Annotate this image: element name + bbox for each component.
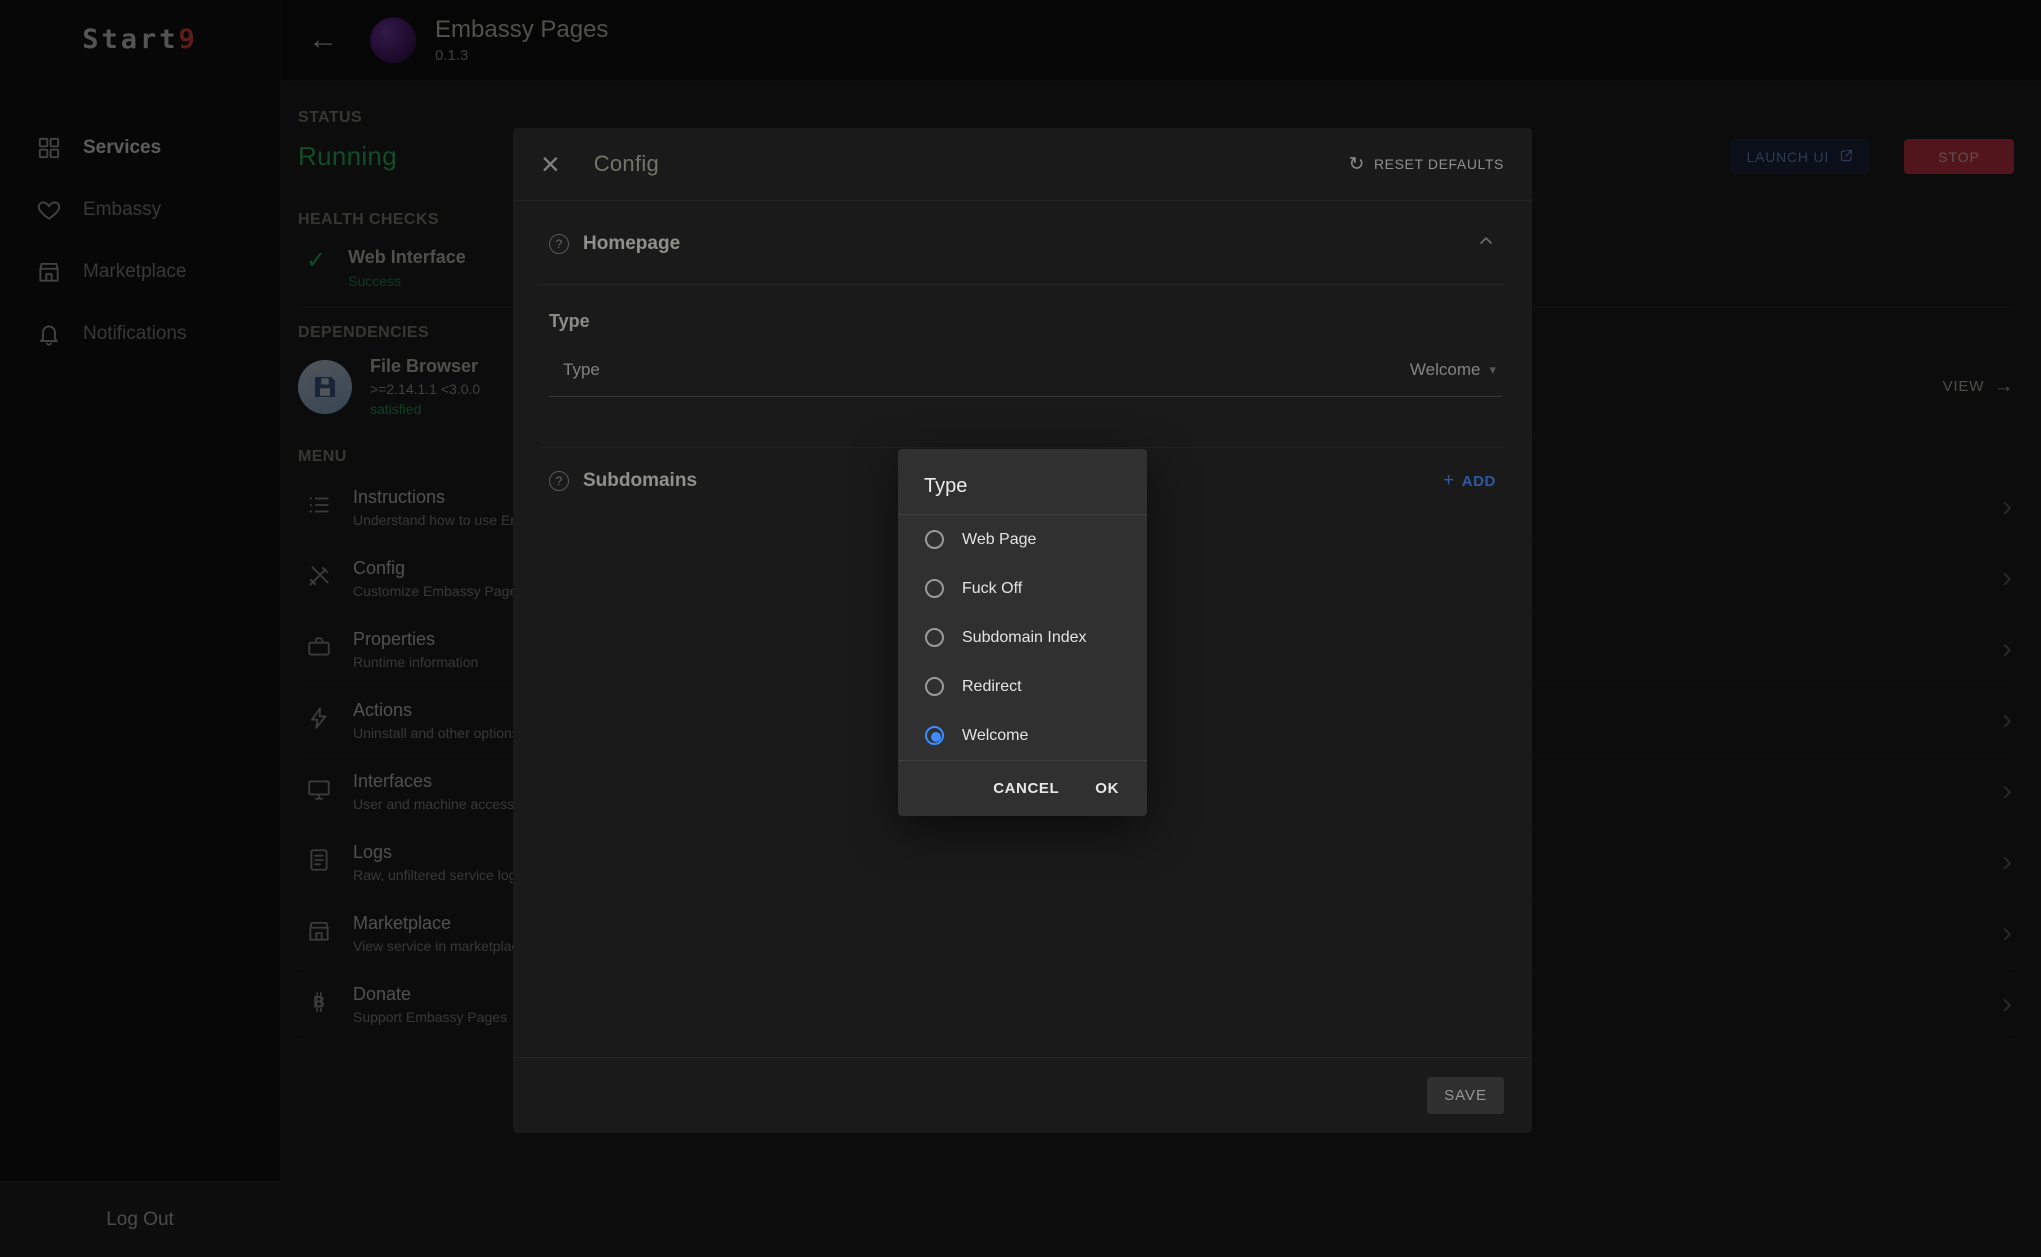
radio-option-label: Fuck Off	[962, 580, 1022, 598]
radio-icon	[925, 677, 944, 696]
radio-selected-icon	[925, 726, 944, 745]
radio-option-subdomain-index[interactable]: Subdomain Index	[898, 613, 1147, 662]
radio-icon	[925, 579, 944, 598]
radio-icon	[925, 530, 944, 549]
radio-icon	[925, 628, 944, 647]
type-radio-group: Web Page Fuck Off Subdomain Index Redire…	[898, 514, 1147, 761]
radio-option-label: Subdomain Index	[962, 629, 1087, 647]
radio-option-label: Redirect	[962, 678, 1022, 696]
dialog-buttons: CANCEL OK	[898, 761, 1147, 816]
type-select-dialog: Type Web Page Fuck Off Subdomain Index R…	[898, 449, 1147, 816]
radio-option-label: Web Page	[962, 531, 1036, 549]
radio-option-welcome[interactable]: Welcome	[898, 711, 1147, 760]
cancel-button[interactable]: CANCEL	[993, 780, 1059, 797]
radio-option-web-page[interactable]: Web Page	[898, 515, 1147, 564]
radio-option-fuck-off[interactable]: Fuck Off	[898, 564, 1147, 613]
ok-button[interactable]: OK	[1095, 780, 1119, 797]
radio-option-label: Welcome	[962, 727, 1028, 745]
dialog-title: Type	[898, 449, 1147, 514]
radio-option-redirect[interactable]: Redirect	[898, 662, 1147, 711]
